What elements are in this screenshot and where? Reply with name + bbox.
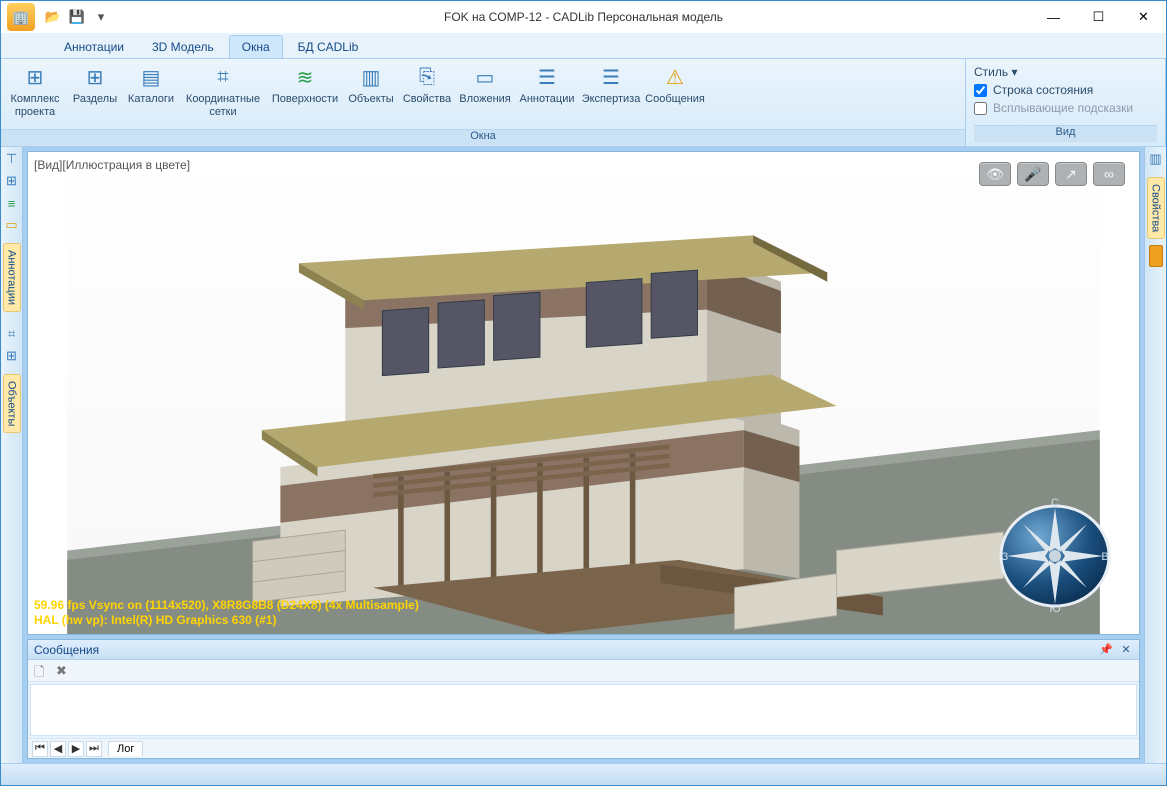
status-bar-label: Строка состояния [993,83,1093,97]
btn-catalogs[interactable]: ▤Каталоги [123,61,179,108]
tooltips-label: Всплывающие подсказки [993,101,1133,115]
crane-icon[interactable]: ⊤ [4,151,20,167]
title-bar: 🏢 📂 💾 ▾ FOK на COMP-12 - CADLib Персонал… [1,1,1166,33]
layers-icon[interactable]: ≡ [4,195,20,211]
svg-text:С: С [1051,497,1059,509]
window-title: FOK на COMP-12 - CADLib Персональная мод… [444,10,723,24]
messages-body[interactable] [30,684,1137,736]
svg-text:Ю: Ю [1049,603,1060,614]
ribbon-group-title-vid: Вид [974,125,1157,142]
new-doc-icon[interactable]: 🗋 [34,663,50,679]
tab-db-cadlib[interactable]: БД CADLib [285,35,372,58]
close-button[interactable]: ✕ [1121,2,1166,32]
log-tab[interactable]: Лог [108,741,143,756]
tab-3d-model[interactable]: 3D Модель [139,35,227,58]
scene-3d [28,152,1139,634]
grid-icon: ⊞ [81,63,109,91]
view-arrow-button[interactable]: ↗ [1055,162,1087,186]
next-button[interactable]: ▶ [68,741,84,757]
ribbon-group-title-okna: Окна [1,129,965,146]
viewport[interactable]: [Вид][Иллюстрация в цвете] 👁 🎤 ↗ ∞ 59.96… [27,151,1140,635]
book-icon[interactable]: ▭ [4,217,20,233]
grid-icon: ⊞ [21,63,49,91]
close-icon[interactable]: ✕ [1119,643,1133,657]
objects-icon: ▥ [357,63,385,91]
last-button[interactable]: ⏭ [86,741,102,757]
vtab-properties[interactable]: Свойства [1147,177,1165,239]
btn-expertise[interactable]: ☰Экспертиза [579,61,643,108]
hash-icon[interactable]: ⌗ [4,326,20,342]
pin-icon[interactable]: 📌 [1099,643,1113,657]
main-tabs: Аннотации 3D Модель Окна БД CADLib [1,33,1166,59]
ribbon: ⊞Комплекс проекта ⊞Разделы ▤Каталоги ⌗Ко… [1,59,1166,147]
app-window: 🏢 📂 💾 ▾ FOK на COMP-12 - CADLib Персонал… [0,0,1167,786]
center-column: [Вид][Иллюстрация в цвете] 👁 🎤 ↗ ∞ 59.96… [23,147,1144,763]
qat-dropdown-icon[interactable]: ▾ [91,7,111,27]
properties-icon: ⎘ [413,63,441,91]
viewport-overlay: [Вид][Иллюстрация в цвете] [34,158,190,172]
maximize-button[interactable]: ☐ [1076,2,1121,32]
first-button[interactable]: ⏮ [32,741,48,757]
delete-icon[interactable]: ✖ [56,663,72,679]
btn-coord-grids[interactable]: ⌗Координатные сетки [179,61,267,120]
prev-button[interactable]: ◀ [50,741,66,757]
view-mic-button[interactable]: 🎤 [1017,162,1049,186]
right-toolbar: ▥ Свойства [1144,147,1166,763]
surfaces-icon: ≋ [291,63,319,91]
grid2-icon[interactable]: ⊞ [4,348,20,364]
btn-properties[interactable]: ⎘Свойства [399,61,455,108]
save-icon[interactable]: 💾 [67,7,87,27]
vtab-annotations[interactable]: Аннотации [3,243,21,312]
minimize-button[interactable]: — [1031,2,1076,32]
btn-annotations[interactable]: ☰Аннотации [515,61,579,108]
status-bar [1,763,1166,785]
page-icon[interactable]: ▥ [1149,151,1161,167]
open-icon[interactable]: 📂 [43,7,63,27]
annotations-icon: ☰ [533,63,561,91]
svg-text:В: В [1101,551,1108,563]
compass[interactable]: С В Ю З [995,494,1115,614]
grid-mesh-icon: ⌗ [209,63,237,91]
messages-title: Сообщения [34,643,99,657]
btn-objects[interactable]: ▥Объекты [343,61,399,108]
vtab-objects[interactable]: Объекты [3,374,21,433]
warning-icon: ⚠ [661,63,689,91]
svg-text:З: З [1002,551,1009,563]
btn-sections[interactable]: ⊞Разделы [67,61,123,108]
grid-icon[interactable]: ⊞ [4,173,20,189]
performance-readout: 59.96 fps Vsync on (1114x520), X8R8G8B8 … [34,598,419,628]
tab-annotations[interactable]: Аннотации [51,35,137,58]
messages-panel: Сообщения 📌 ✕ 🗋 ✖ ⏮ ◀ ▶ ⏭ Лог [27,639,1140,759]
btn-attachments[interactable]: ▭Вложения [455,61,515,108]
view-link-button[interactable]: ∞ [1093,162,1125,186]
checkbox-status-bar[interactable] [974,84,987,97]
btn-complex-project[interactable]: ⊞Комплекс проекта [3,61,67,120]
expertise-icon: ☰ [597,63,625,91]
btn-messages[interactable]: ⚠Сообщения [643,61,707,108]
tab-windows[interactable]: Окна [229,35,283,58]
app-icon[interactable]: 🏢 [7,3,35,31]
bookmark-icon[interactable] [1149,245,1163,267]
catalog-icon: ▤ [137,63,165,91]
attachments-icon: ▭ [471,63,499,91]
style-dropdown[interactable]: Стиль ▾ [974,65,1017,79]
left-toolbar: ⊤ ⊞ ≡ ▭ Аннотации ⌗ ⊞ Объекты [1,147,23,763]
checkbox-tooltips[interactable] [974,102,987,115]
btn-surfaces[interactable]: ≋Поверхности [267,61,343,108]
view-eye-button[interactable]: 👁 [979,162,1011,186]
body-area: ⊤ ⊞ ≡ ▭ Аннотации ⌗ ⊞ Объекты [Вид][Иллю… [1,147,1166,763]
